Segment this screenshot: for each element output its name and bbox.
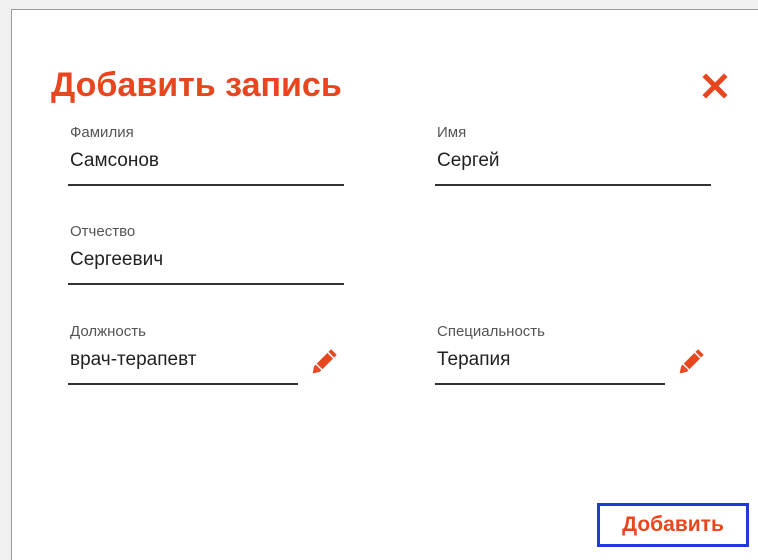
specialty-underline [435, 383, 665, 385]
dialog-title: Добавить запись [51, 66, 342, 104]
last-name-value[interactable]: Самсонов [70, 149, 159, 173]
pencil-icon[interactable] [305, 343, 343, 381]
specialty-label: Специальность [437, 323, 545, 340]
position-value[interactable]: врач-терапевт [70, 348, 196, 372]
first-name-value[interactable]: Сергей [437, 149, 500, 173]
last-name-underline [68, 184, 344, 186]
pencil-icon[interactable] [672, 343, 710, 381]
add-button[interactable]: Добавить [597, 503, 749, 547]
last-name-label: Фамилия [70, 124, 134, 141]
close-icon[interactable] [702, 73, 728, 99]
first-name-underline [435, 184, 711, 186]
patronymic-value[interactable]: Сергеевич [70, 248, 163, 272]
patronymic-underline [68, 283, 344, 285]
position-label: Должность [70, 323, 146, 340]
add-record-dialog: Добавить запись Фамилия Самсонов Имя Сер… [11, 9, 758, 560]
specialty-value[interactable]: Терапия [437, 348, 510, 372]
first-name-label: Имя [437, 124, 467, 141]
patronymic-label: Отчество [70, 223, 136, 240]
position-underline [68, 383, 298, 385]
